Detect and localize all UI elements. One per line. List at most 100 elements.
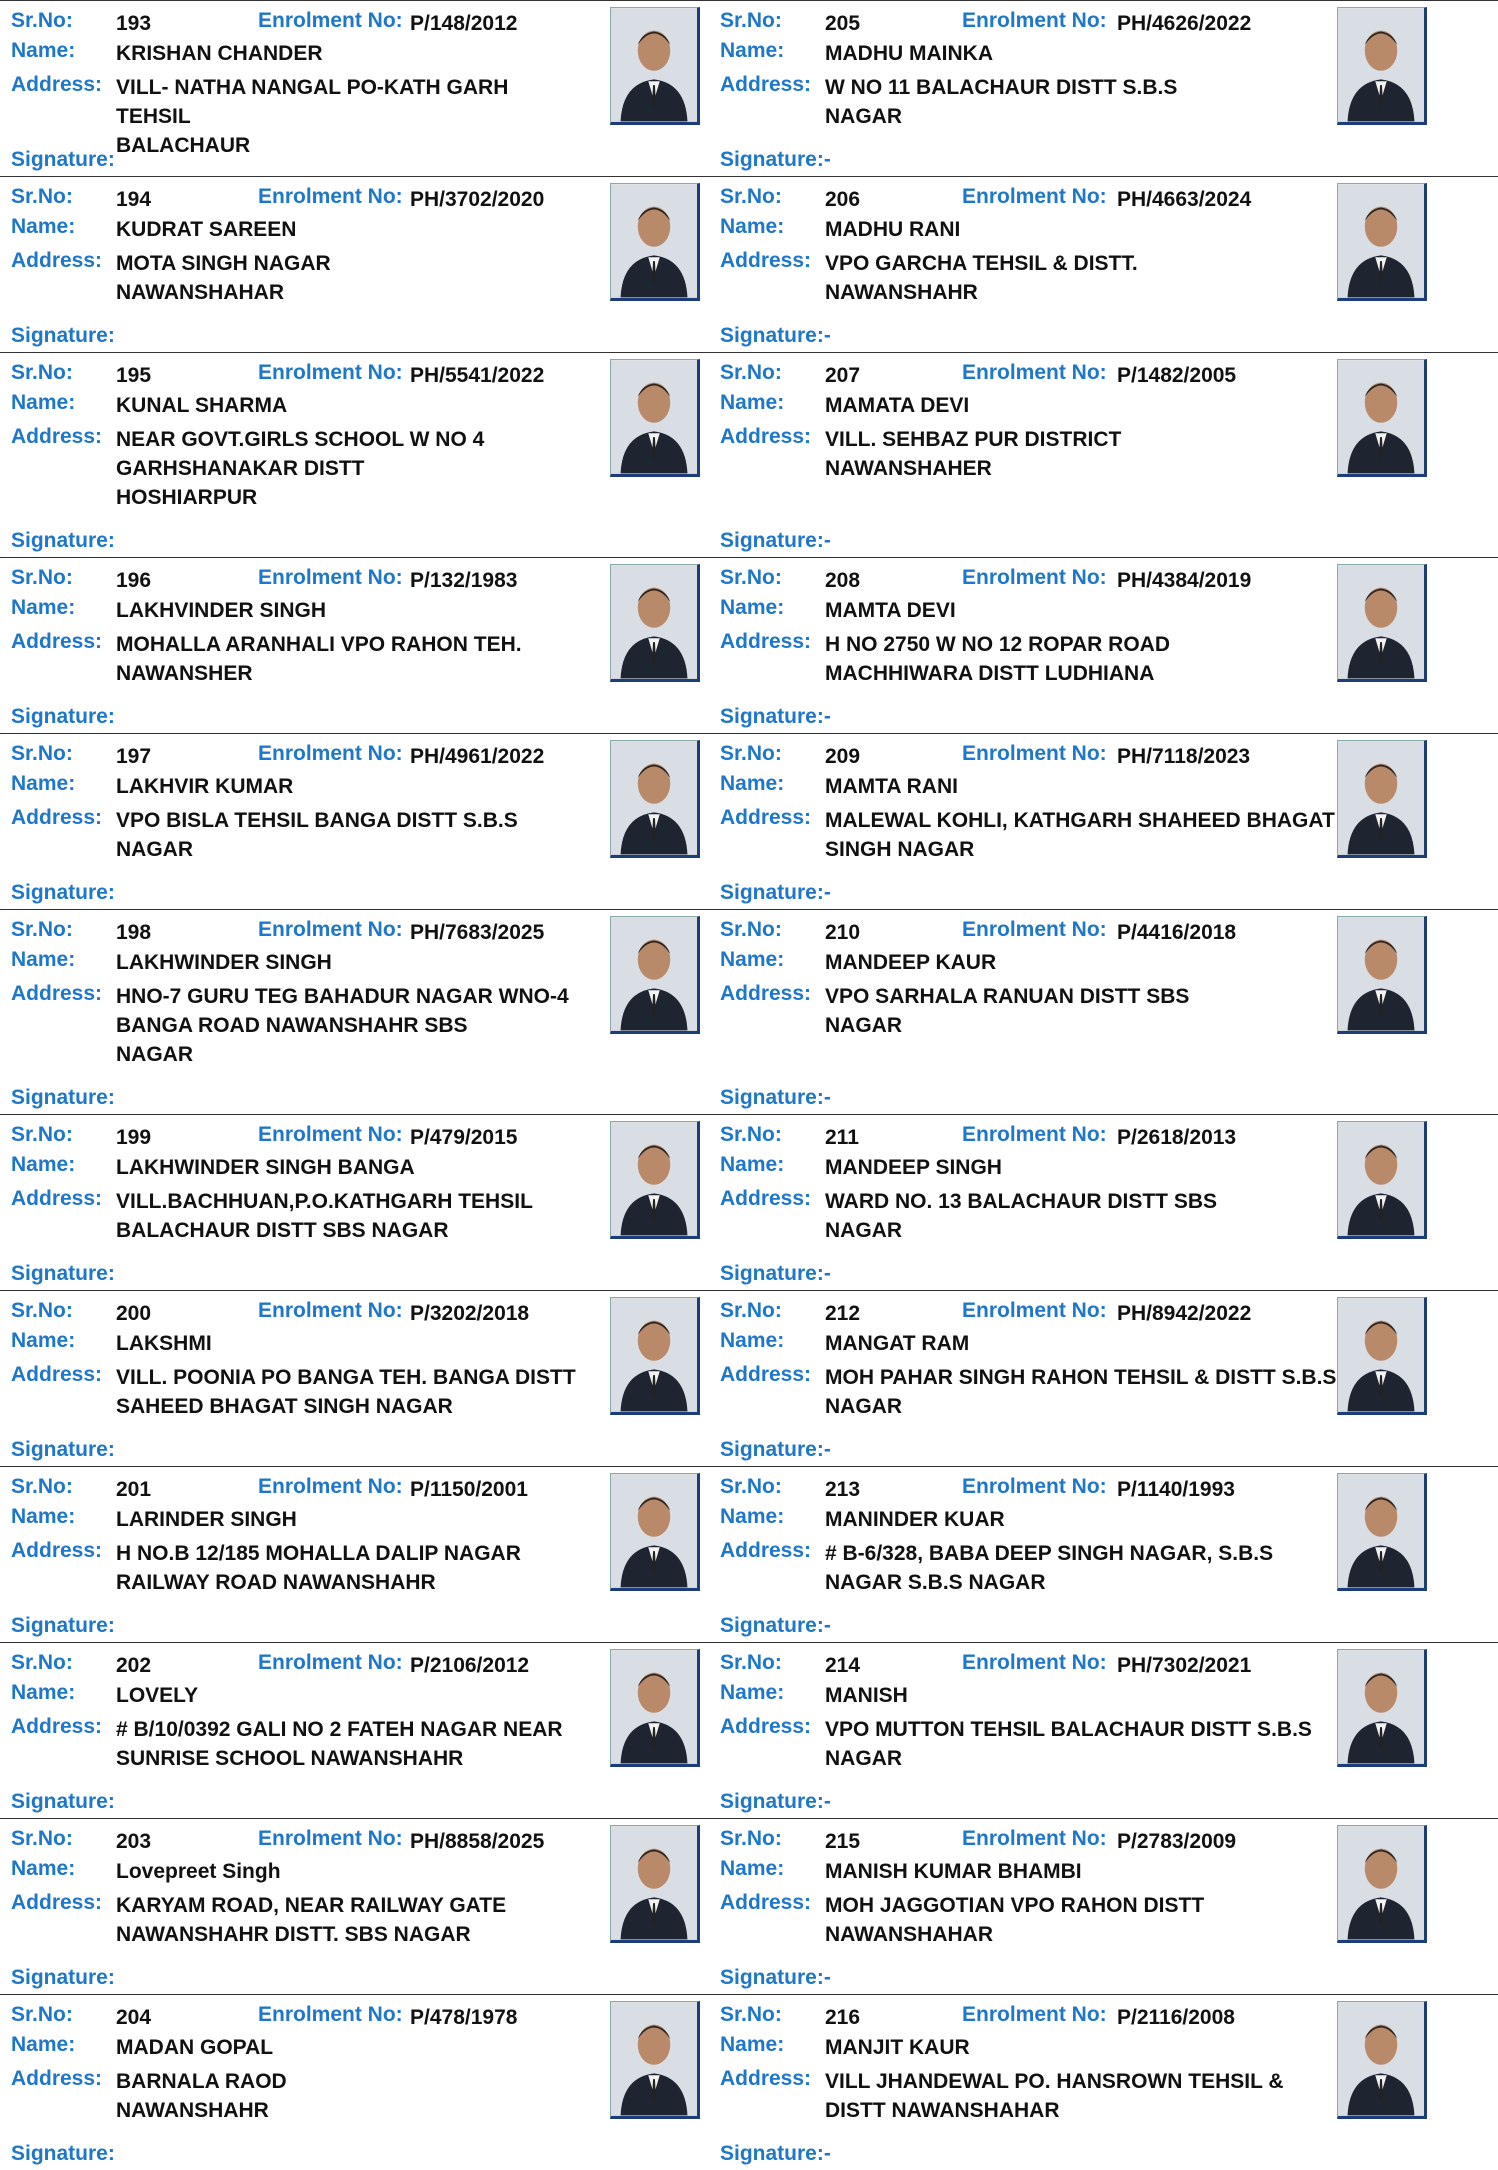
- enrolment-label: Enrolment No:: [258, 918, 403, 941]
- person-photo-icon: [611, 1298, 697, 1412]
- name-label: Name:: [11, 1329, 76, 1352]
- name-label: Name:: [720, 772, 785, 795]
- person-photo-icon: [611, 360, 697, 474]
- address-line: RAILWAY ROAD NAWANSHAHR: [116, 1571, 436, 1594]
- address-line: NAGAR: [116, 838, 193, 861]
- enrolment-label: Enrolment No:: [258, 1299, 403, 1322]
- enrolment-value: PH/3702/2020: [410, 188, 545, 211]
- member-entry: Sr.No: 210 Enrolment No: P/4416/2018 Name: MA…: [712, 909, 1498, 1114]
- member-photo: [1337, 183, 1427, 301]
- member-entry: Sr.No: 208 Enrolment No: PH/4384/2019 Name: M…: [712, 557, 1498, 733]
- member-entry: Sr.No: 194 Enrolment No: PH/3702/2020 Name: K…: [0, 176, 712, 352]
- name-label: Name:: [720, 1681, 785, 1704]
- member-entry: Sr.No: 209 Enrolment No: PH/7118/2023 Name: M…: [712, 733, 1498, 909]
- name-label: Name:: [11, 1681, 76, 1704]
- address-line: MOTA SINGH NAGAR: [116, 252, 331, 275]
- address-line: H NO 2750 W NO 12 ROPAR ROAD: [825, 633, 1171, 656]
- address-line: HNO-7 GURU TEG BAHADUR NAGAR WNO-4: [116, 985, 569, 1008]
- address-label: Address:: [11, 982, 103, 1005]
- address-line: WARD NO. 13 BALACHAUR DISTT SBS: [825, 1190, 1218, 1213]
- name-value: MANDEEP SINGH: [825, 1156, 1002, 1179]
- srno-value: 194: [116, 188, 152, 211]
- person-photo-icon: [611, 184, 697, 298]
- name-value: LAKHVIR KUMAR: [116, 775, 294, 798]
- address-label: Address:: [720, 982, 812, 1005]
- member-entry: Sr.No: 205 Enrolment No: PH/4626/2022 Name: M…: [712, 0, 1498, 176]
- address-line: VPO BISLA TEHSIL BANGA DISTT S.B.S: [116, 809, 518, 832]
- name-value: MANISH: [825, 1684, 908, 1707]
- member-entry: Sr.No: 195 Enrolment No: PH/5541/2022 Name: K…: [0, 352, 712, 557]
- enrolment-label: Enrolment No:: [962, 185, 1107, 208]
- name-label: Name:: [720, 1329, 785, 1352]
- enrolment-value: P/148/2012: [410, 12, 518, 35]
- person-photo-icon: [611, 8, 697, 122]
- enrolment-label: Enrolment No:: [962, 361, 1107, 384]
- enrolment-value: P/1482/2005: [1117, 364, 1237, 387]
- enrolment-value: PH/8942/2022: [1117, 1302, 1252, 1325]
- signature-label: Signature:-: [720, 1262, 831, 1285]
- srno-label: Sr.No:: [720, 918, 782, 941]
- address-label: Address:: [720, 1187, 812, 1210]
- address-label: Address:: [11, 1891, 103, 1914]
- srno-label: Sr.No:: [11, 1827, 73, 1850]
- srno-value: 216: [825, 2006, 861, 2029]
- name-label: Name:: [720, 1505, 785, 1528]
- name-value: KUDRAT SAREEN: [116, 218, 297, 241]
- address-label: Address:: [11, 73, 103, 96]
- srno-value: 209: [825, 745, 861, 768]
- enrolment-label: Enrolment No:: [962, 1651, 1107, 1674]
- enrolment-value: PH/7302/2021: [1117, 1654, 1252, 1677]
- srno-label: Sr.No:: [720, 185, 782, 208]
- enrolment-label: Enrolment No:: [258, 1651, 403, 1674]
- address-line: MOH JAGGOTIAN VPO RAHON DISTT: [825, 1894, 1205, 1917]
- person-photo-icon: [1338, 2002, 1424, 2116]
- address-line: VILL- NATHA NANGAL PO-KATH GARH TEHSIL: [116, 76, 509, 128]
- address-label: Address:: [11, 425, 103, 448]
- address-line: VILL.BACHHUAN,P.O.KATHGARH TEHSIL: [116, 1190, 533, 1213]
- enrolment-value: P/2116/2008: [1117, 2006, 1235, 2029]
- srno-label: Sr.No:: [11, 566, 73, 589]
- member-entry: Sr.No: 200 Enrolment No: P/3202/2018 Name: LA…: [0, 1290, 712, 1466]
- name-label: Name:: [11, 1505, 76, 1528]
- person-photo-icon: [611, 1474, 697, 1588]
- member-photo: [1337, 1297, 1427, 1415]
- enrolment-label: Enrolment No:: [962, 742, 1107, 765]
- address-label: Address:: [720, 249, 812, 272]
- enrolment-value: P/2783/2009: [1117, 1830, 1237, 1853]
- name-value: LARINDER SINGH: [116, 1508, 297, 1531]
- member-photo: [1337, 2001, 1427, 2119]
- enrolment-label: Enrolment No:: [258, 2003, 403, 2026]
- name-value: MAMTA DEVI: [825, 599, 956, 622]
- address-label: Address:: [11, 1539, 103, 1562]
- name-value: MANINDER KUAR: [825, 1508, 1005, 1531]
- person-photo-icon: [611, 1122, 697, 1236]
- address-value: MALEWAL KOHLI, KATHGARH SHAHEED BHAGAT SI…: [825, 806, 1345, 864]
- address-line: MALEWAL KOHLI, KATHGARH SHAHEED BHAGAT: [825, 809, 1335, 832]
- enrolment-value: PH/4384/2019: [1117, 569, 1252, 592]
- name-value: Lovepreet Singh: [116, 1860, 281, 1883]
- signature-label: Signature:-: [720, 1614, 831, 1637]
- srno-label: Sr.No:: [720, 1827, 782, 1850]
- address-value: W NO 11 BALACHAUR DISTT S.B.S NAGAR: [825, 73, 1345, 131]
- person-photo-icon: [611, 1826, 697, 1940]
- enrolment-label: Enrolment No:: [258, 1475, 403, 1498]
- address-line: BANGA ROAD NAWANSHAHR SBS: [116, 1014, 468, 1037]
- address-label: Address:: [720, 1715, 812, 1738]
- name-value: MAMATA DEVI: [825, 394, 970, 417]
- srno-value: 210: [825, 921, 861, 944]
- address-line: NAWANSHAHAR: [825, 1923, 993, 1946]
- name-label: Name:: [11, 391, 76, 414]
- member-photo: [1337, 740, 1427, 858]
- srno-value: 195: [116, 364, 152, 387]
- enrolment-label: Enrolment No:: [258, 566, 403, 589]
- name-label: Name:: [11, 215, 76, 238]
- address-line: NAGAR: [116, 1043, 193, 1066]
- address-value: BARNALA RAOD NAWANSHAHR: [116, 2067, 576, 2125]
- srno-label: Sr.No:: [720, 2003, 782, 2026]
- member-photo: [1337, 7, 1427, 125]
- srno-label: Sr.No:: [11, 2003, 73, 2026]
- srno-value: 203: [116, 1830, 152, 1853]
- srno-label: Sr.No:: [11, 918, 73, 941]
- enrolment-label: Enrolment No:: [258, 1123, 403, 1146]
- srno-value: 215: [825, 1830, 861, 1853]
